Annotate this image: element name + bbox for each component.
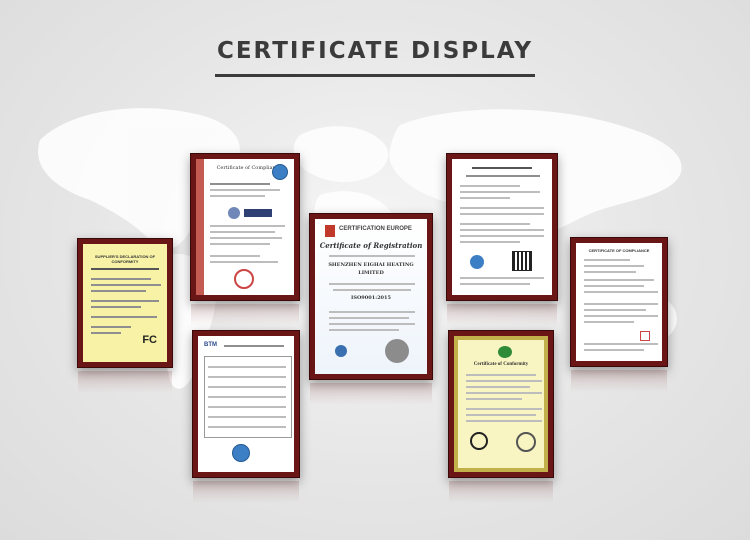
conformity-title: Certificate of Conformity (473, 362, 529, 367)
compliance-red-mark-icon (640, 331, 650, 341)
iaf-logo-icon (335, 345, 347, 357)
iso-company-name: SHENZHEN EIGHAI HEATING LIMITED (328, 262, 414, 276)
certificate-frame-iso-registration: CERTIFICATION EUROPE Certificate of Regi… (309, 213, 433, 405)
certificate-frame-conformity: Certificate of Conformity (448, 330, 554, 503)
supplier-declaration-title: SUPPLIER'S DECLARATION OF CONFORMITY (94, 254, 156, 264)
certification-europe-header: CERTIFICATION EUROPE (339, 226, 412, 232)
certificate-frame-compliance-right: CERTIFICATE OF COMPLIANCE (570, 237, 668, 392)
conformity-black-seal-icon (470, 432, 488, 450)
certificate-chinese-report (452, 159, 552, 295)
ce-logo-icon (228, 207, 240, 219)
title-underline (215, 74, 535, 77)
ce-seal-icon (272, 164, 288, 180)
certificate-ce-compliance: Certificate of Compliance (196, 159, 294, 295)
conformity-green-logo-icon (498, 346, 512, 358)
iso-standard: ISO9001:2015 (351, 295, 391, 301)
certificate-supplier-declaration: SUPPLIER'S DECLARATION OF CONFORMITY FC (83, 244, 167, 362)
certificate-frame-supplier-declaration: SUPPLIER'S DECLARATION OF CONFORMITY FC (77, 238, 173, 393)
certification-europe-logo (325, 225, 335, 237)
page-title: CERTIFICATE DISPLAY (216, 38, 534, 64)
btm-logo: BTM (204, 342, 217, 348)
compliance-right-title: CERTIFICATE OF COMPLIANCE (588, 248, 650, 253)
certificate-frame-ce-compliance: Certificate of Compliance (190, 153, 300, 326)
certificate-conformity: Certificate of Conformity (454, 336, 548, 472)
certificate-frame-chinese-report (446, 153, 558, 326)
qr-code-icon (512, 251, 532, 271)
chinese-report-blue-seal-icon (470, 255, 484, 269)
iso-grey-seal-icon (385, 339, 409, 363)
certificate-frame-test-report: BTM (192, 330, 300, 503)
certificate-test-report: BTM (198, 336, 294, 472)
iso-registration-title: Certificate of Registration (319, 241, 423, 250)
certificate-iso-registration: CERTIFICATION EUROPE Certificate of Regi… (315, 219, 427, 374)
conformity-gray-seal-icon (516, 432, 536, 452)
certificate-compliance-right: CERTIFICATE OF COMPLIANCE (576, 243, 662, 361)
ce-red-stamp-icon (234, 269, 254, 289)
test-report-seal-icon (232, 444, 250, 462)
fc-mark: FC (142, 334, 157, 346)
